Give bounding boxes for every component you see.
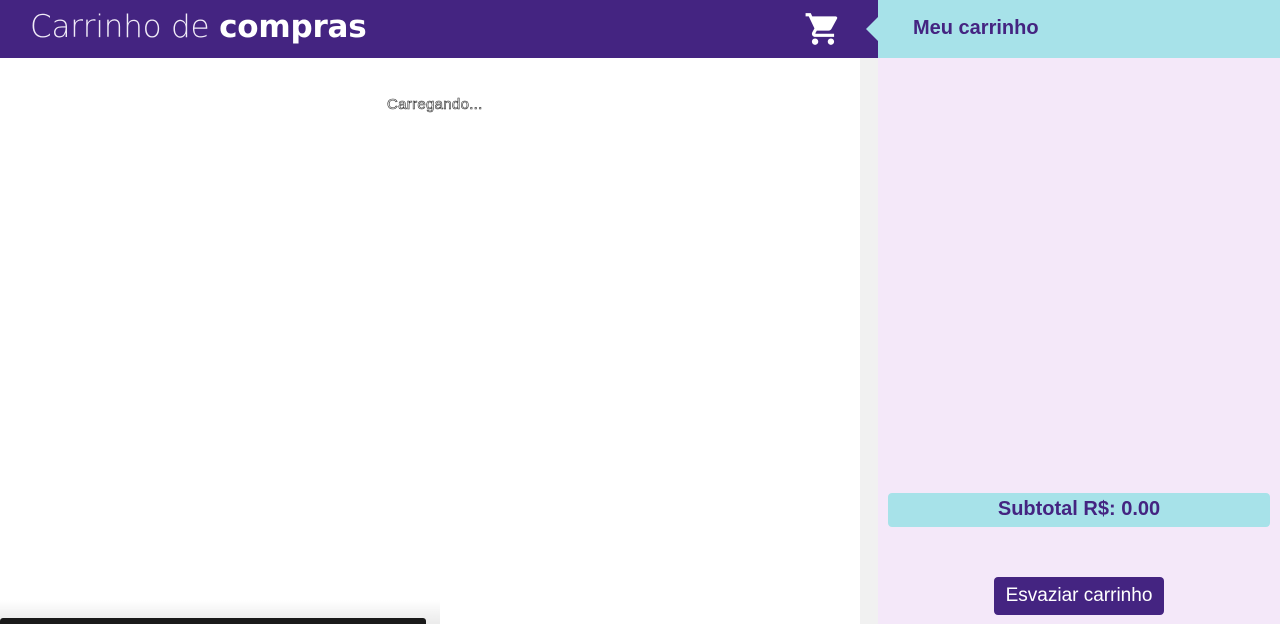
empty-cart-button[interactable]: Esvaziar carrinho [994,577,1164,615]
cart-panel: Subtotal R$: 0.00 Esvaziar carrinho [878,58,1280,624]
scrollbar[interactable] [860,58,878,624]
loading-text: Carregando... [387,96,483,114]
cart-toggle-button[interactable] [801,8,845,50]
cart-panel-header: Meu carrinho [878,0,1280,58]
product-list-area: Carregando... [0,58,860,624]
bottom-toast-bar [0,618,426,624]
page-title: Carrinho de compras [30,9,367,45]
app-header: Carrinho de compras [0,0,878,58]
page-title-light: Carrinho de [30,9,220,45]
panel-notch [866,17,878,41]
page-title-bold: compras [219,9,367,45]
subtotal-label: Subtotal R$: 0.00 [888,493,1270,527]
cart-panel-title: Meu carrinho [913,17,1039,39]
shopping-cart-icon [805,13,838,45]
